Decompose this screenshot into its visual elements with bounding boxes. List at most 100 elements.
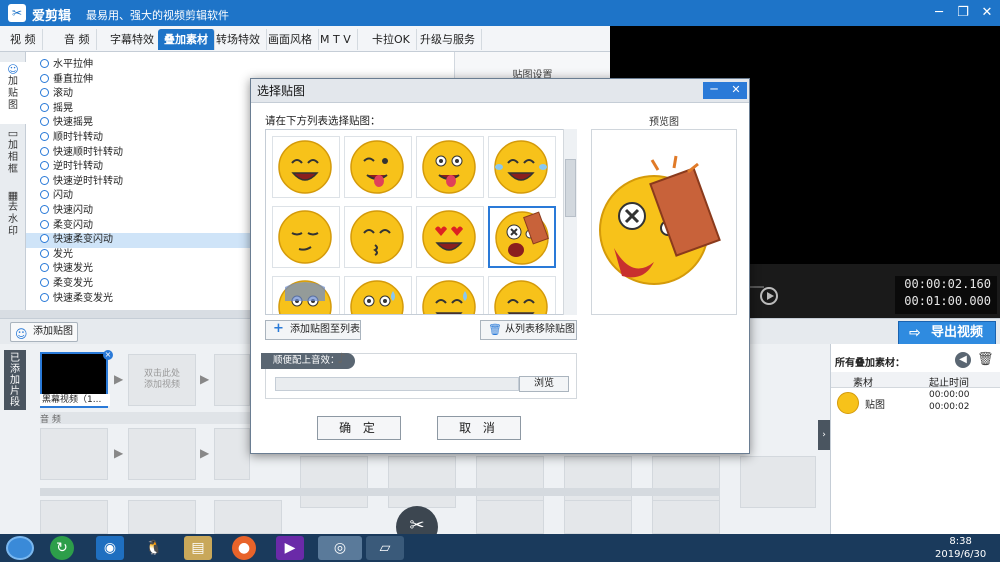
empty-slot[interactable]: [40, 428, 108, 480]
arrow-icon: ▶: [114, 372, 124, 386]
tab-mtv[interactable]: M T V: [314, 29, 358, 50]
aijianji-taskbar-icon[interactable]: ◎: [318, 536, 362, 560]
sticker-smirk-icon[interactable]: [272, 206, 340, 268]
sticker-shocked-icon[interactable]: [272, 276, 340, 314]
radio-icon[interactable]: [40, 161, 49, 171]
empty-slot[interactable]: [214, 500, 282, 534]
radio-icon[interactable]: [40, 175, 49, 185]
remove-sticker-from-list-button[interactable]: 🗑 从列表移除贴图: [480, 320, 577, 340]
empty-slot[interactable]: [214, 354, 250, 406]
radio-icon[interactable]: [40, 117, 49, 127]
radio-icon[interactable]: [40, 234, 49, 244]
vtab-add-frame[interactable]: ▭ 加 相 框: [0, 126, 26, 186]
scroll-thumb[interactable]: [565, 159, 576, 217]
sticker-tongue-crazy-icon[interactable]: [416, 136, 484, 198]
minimize-icon[interactable]: ─: [928, 4, 950, 22]
empty-slot[interactable]: [564, 500, 632, 534]
radio-icon[interactable]: [40, 204, 49, 214]
add-sticker-button[interactable]: ☺ 添加贴图: [10, 322, 78, 342]
radio-icon[interactable]: [40, 263, 49, 273]
media-icon[interactable]: ◉: [96, 536, 124, 560]
firefox-icon[interactable]: ●: [232, 536, 256, 560]
main-tab-bar: 视 频 音 频 字幕特效 叠加素材 转场特效 画面风格 M T V 卡拉OK 升…: [0, 26, 610, 52]
empty-slot[interactable]: [652, 500, 720, 534]
material-name: 贴图: [865, 400, 885, 411]
radio-icon[interactable]: [40, 59, 49, 68]
minimize-icon[interactable]: ─: [703, 82, 725, 99]
empty-slot[interactable]: [740, 456, 816, 508]
sticker-sweat-icon[interactable]: [344, 276, 412, 314]
timeline-scrollbar[interactable]: [40, 488, 720, 496]
folder-icon[interactable]: ▤: [184, 536, 212, 560]
tab-overlay-material[interactable]: 叠加素材: [158, 29, 215, 50]
dialog-title: 选择贴图: [251, 79, 749, 103]
sticker-grid-scrollbar[interactable]: [563, 129, 577, 315]
clip-remove-icon[interactable]: ×: [103, 350, 113, 360]
radio-icon[interactable]: [40, 73, 49, 83]
tab-subtitle-effects[interactable]: 字幕特效: [104, 29, 161, 50]
clock-time: 8:38: [949, 536, 972, 547]
sound-path-field[interactable]: [275, 377, 519, 391]
close-icon[interactable]: ✕: [725, 82, 747, 99]
export-icon: ⇨: [909, 325, 921, 341]
sticker-heart-eyes-icon[interactable]: [416, 206, 484, 268]
add-video-slot[interactable]: 双击此处 添加视频: [128, 354, 196, 406]
add-sticker-icon: ☺: [15, 327, 28, 341]
tab-upgrade-service[interactable]: 升级与服务: [414, 29, 482, 50]
trash-icon[interactable]: 🗑: [977, 352, 994, 368]
radio-icon[interactable]: [40, 131, 49, 141]
vtab-add-sticker[interactable]: ☺ 加 贴 图: [0, 62, 26, 124]
radio-icon[interactable]: [40, 146, 49, 156]
sticker-smile-icon[interactable]: [488, 276, 556, 314]
empty-slot[interactable]: [128, 428, 196, 480]
radio-icon[interactable]: [40, 292, 49, 302]
player-icon[interactable]: ▶: [276, 536, 304, 560]
collapse-arrow-icon[interactable]: ›: [818, 420, 830, 450]
empty-slot[interactable]: [40, 500, 108, 534]
sticker-sweat-smile-icon[interactable]: [416, 276, 484, 314]
browser-icon[interactable]: ↻: [50, 536, 74, 560]
sticker-laughing-tears-icon[interactable]: [488, 136, 556, 198]
empty-slot[interactable]: [388, 456, 456, 508]
empty-slot[interactable]: [476, 500, 544, 534]
radio-icon[interactable]: [40, 190, 49, 200]
vtab-remove-watermark[interactable]: ▦ 去 水 印: [0, 188, 26, 248]
tab-audio[interactable]: 音 频: [58, 29, 97, 50]
tab-transition-effects[interactable]: 转场特效: [210, 29, 267, 50]
browse-button[interactable]: 浏览: [519, 376, 569, 392]
radio-icon[interactable]: [40, 248, 49, 258]
empty-slot[interactable]: [214, 428, 250, 480]
sticker-tongue-wink-icon[interactable]: [344, 136, 412, 198]
radio-icon[interactable]: [40, 88, 49, 98]
watermark-icon: ▦: [7, 189, 19, 202]
add-sticker-to-list-button[interactable]: + 添加贴图至列表: [265, 320, 361, 340]
empty-slot[interactable]: [300, 456, 368, 508]
sticker-grin-icon[interactable]: [272, 136, 340, 198]
radio-icon[interactable]: [40, 102, 49, 112]
added-clips-label: 已 添 加 片 段: [4, 350, 26, 410]
start-button[interactable]: [6, 536, 34, 560]
tab-picture-style[interactable]: 画面风格: [262, 29, 319, 50]
close-icon[interactable]: ✕: [976, 4, 998, 22]
ok-button[interactable]: 确 定: [317, 416, 401, 440]
tab-video[interactable]: 视 频: [4, 29, 43, 50]
preview-label: 预览图: [649, 117, 679, 128]
tab-karaoke[interactable]: 卡拉OK: [366, 29, 417, 50]
export-video-button[interactable]: ⇨ 导出视频: [898, 321, 996, 345]
app-subtitle: 最易用、强大的视频剪辑软件: [86, 9, 229, 22]
sticker-thumb-icon[interactable]: [837, 392, 859, 414]
radio-icon[interactable]: [40, 277, 49, 287]
restore-icon[interactable]: ❐: [952, 4, 974, 22]
radio-icon[interactable]: [40, 219, 49, 229]
sticker-kiss-icon[interactable]: [344, 206, 412, 268]
sticker-brick-hit-icon[interactable]: [488, 206, 556, 268]
tablet-icon[interactable]: ▱: [366, 536, 404, 560]
play-icon[interactable]: [760, 287, 778, 305]
effect-item[interactable]: 水平拉伸: [26, 58, 454, 73]
left-vertical-tabs: ☺ 加 贴 图 ▭ 加 相 框 ▦ 去 水 印: [0, 52, 26, 310]
cancel-button[interactable]: 取 消: [437, 416, 521, 440]
empty-slot[interactable]: [128, 500, 196, 534]
col-material: 素材: [853, 378, 873, 389]
qq-icon[interactable]: 🐧: [140, 536, 168, 560]
back-icon[interactable]: ◀: [955, 352, 971, 368]
